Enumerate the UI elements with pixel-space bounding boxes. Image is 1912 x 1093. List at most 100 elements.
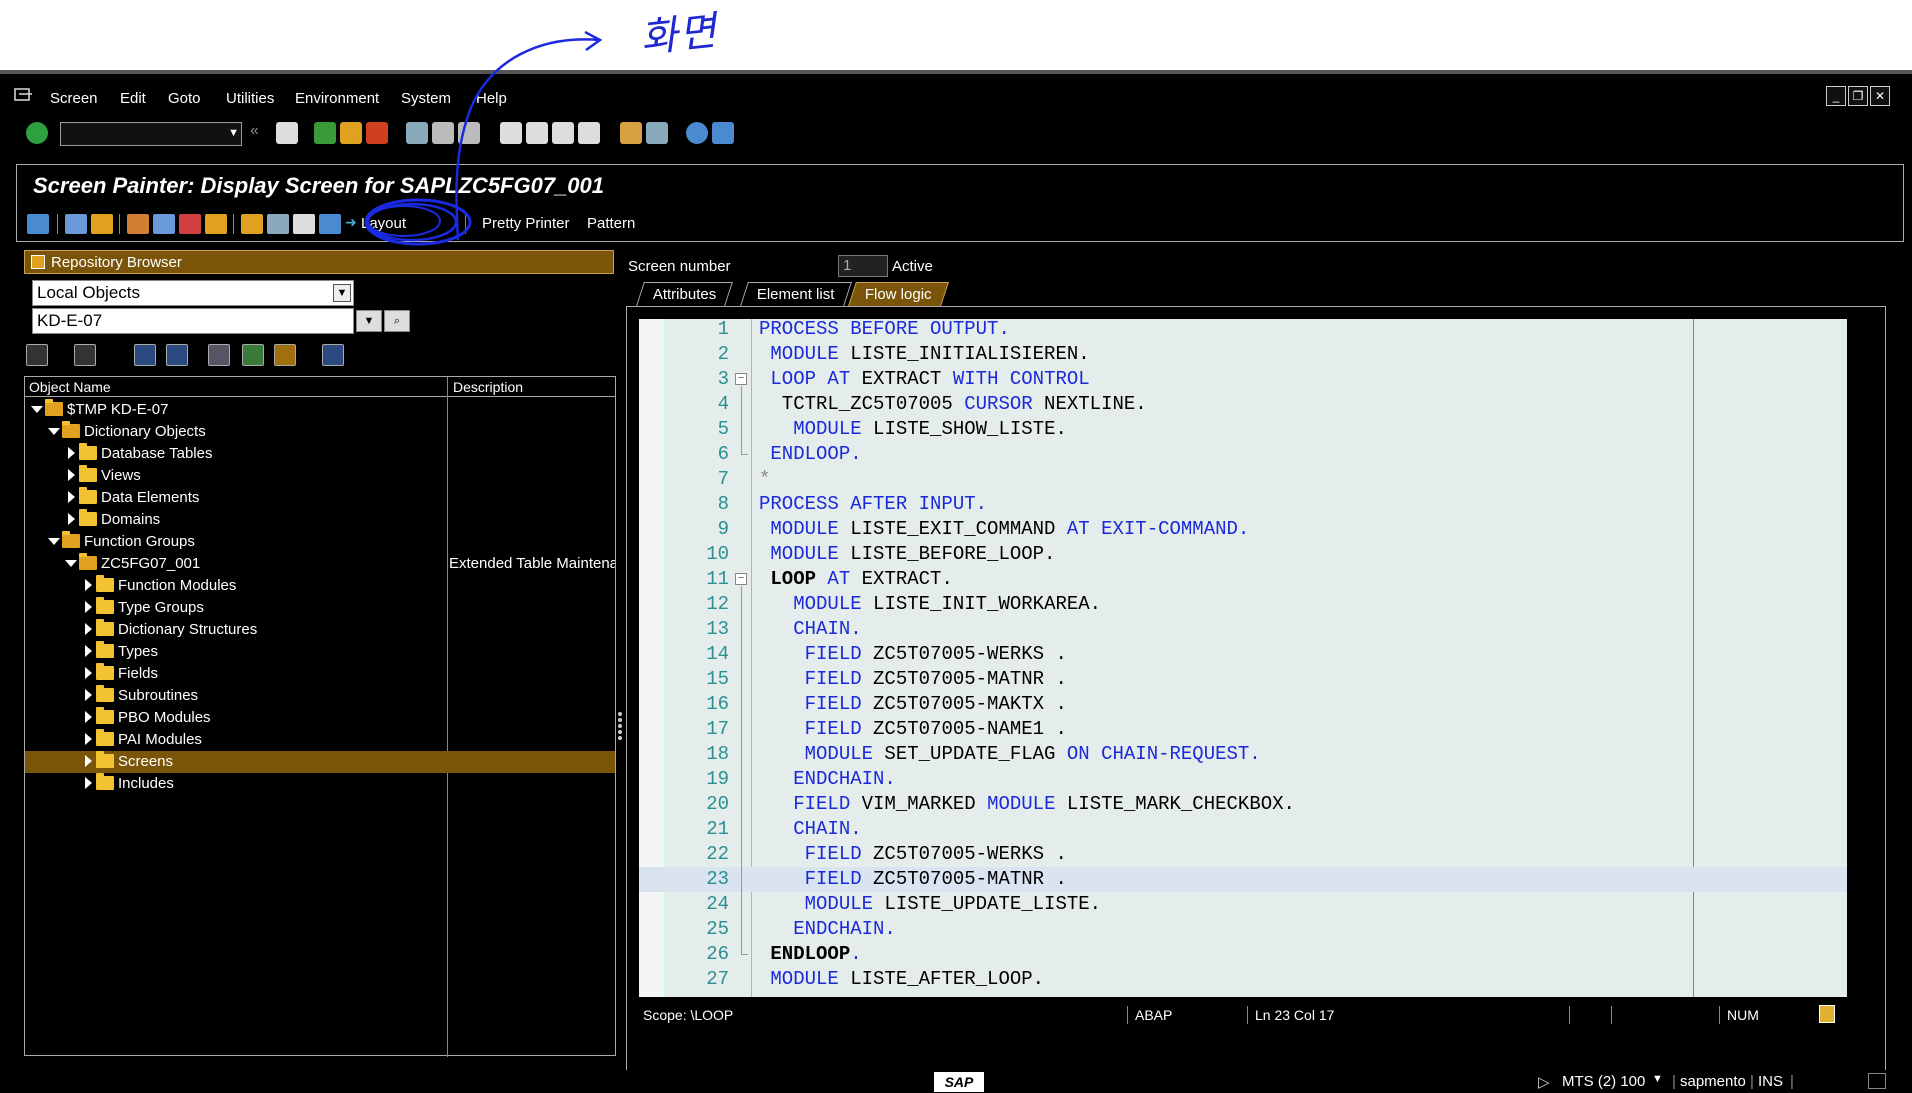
tree-node[interactable]: Screens [25, 751, 615, 773]
tree-node[interactable]: $TMP KD-E-07 [25, 399, 615, 421]
code-editor[interactable]: 1 PROCESS BEFORE OUTPUT. 2 MODULE LISTE_IN… [639, 319, 1847, 997]
activate-icon[interactable] [153, 214, 175, 234]
find-icon[interactable] [432, 122, 454, 144]
collapse-arrow-icon[interactable] [85, 777, 92, 789]
code-line[interactable]: 4 TCTRL_ZC5T07005 CURSOR NEXTLINE. [639, 392, 1847, 417]
code-line[interactable]: 5 MODULE LISTE_SHOW_LISTE. [639, 417, 1847, 442]
find-next-icon[interactable] [458, 122, 480, 144]
toolbar-collapse-icon[interactable]: « [250, 122, 262, 144]
object-name-dropdown-icon[interactable]: ▼ [356, 310, 382, 332]
object-name-input[interactable]: KD-E-07 [32, 308, 354, 334]
tree-node[interactable]: PBO Modules [25, 707, 615, 729]
tree-node[interactable]: Views [25, 465, 615, 487]
system-info[interactable]: MTS (2) 100 [1562, 1073, 1645, 1090]
expand-all-icon[interactable] [134, 344, 156, 366]
close-icon[interactable]: ✕ [1870, 86, 1890, 106]
column-header-description[interactable]: Description [453, 379, 523, 395]
display-object-icon[interactable] [293, 214, 315, 234]
next-page-icon[interactable] [552, 122, 574, 144]
code-line[interactable]: 6 ENDLOOP. [639, 442, 1847, 467]
pretty-printer-button[interactable]: Pretty Printer [482, 215, 570, 232]
status-expand-icon[interactable]: ▷ [1538, 1073, 1550, 1091]
back-arrow-icon[interactable] [27, 214, 49, 234]
shortcut-icon[interactable] [646, 122, 668, 144]
chevron-down-icon[interactable]: ▼ [333, 284, 351, 302]
tree-node[interactable]: Database Tables [25, 443, 615, 465]
hierarchy-icon[interactable] [242, 344, 264, 366]
tree-node[interactable]: Fields [25, 663, 615, 685]
collapse-arrow-icon[interactable] [85, 755, 92, 767]
code-line[interactable]: 23 FIELD ZC5T07005-MATNR . [639, 867, 1847, 892]
menu-edit[interactable]: Edit [120, 90, 146, 107]
pattern-button[interactable]: Pattern [587, 215, 635, 232]
layout-menu-icon[interactable] [712, 122, 734, 144]
chevron-down-icon[interactable]: ▼ [1652, 1073, 1663, 1085]
panel-splitter-handle[interactable] [618, 710, 624, 750]
check-icon[interactable] [127, 214, 149, 234]
previous-page-icon[interactable] [526, 122, 548, 144]
display-glasses-icon[interactable]: ⌕ [384, 310, 410, 332]
tree-node[interactable]: Includes [25, 773, 615, 795]
menu-goto[interactable]: Goto [168, 90, 201, 107]
screen-number-field[interactable]: 1 [838, 255, 888, 277]
code-line[interactable]: 16 FIELD ZC5T07005-MAKTX . [639, 692, 1847, 717]
next-object-icon[interactable] [74, 344, 96, 366]
tree-node[interactable]: Data Elements [25, 487, 615, 509]
layout-button[interactable]: Layout [361, 215, 406, 232]
tree-node[interactable]: Function Groups [25, 531, 615, 553]
tab-flow-logic[interactable]: Flow logic [848, 282, 949, 306]
collapse-arrow-icon[interactable] [68, 447, 75, 459]
code-line[interactable]: 13 CHAIN. [639, 617, 1847, 642]
first-page-icon[interactable] [500, 122, 522, 144]
fold-toggle-icon[interactable]: − [735, 573, 747, 585]
code-line[interactable]: 20 FIELD VIM_MARKED MODULE LISTE_MARK_CH… [639, 792, 1847, 817]
code-line[interactable]: 19 ENDCHAIN. [639, 767, 1847, 792]
menu-system[interactable]: System [401, 90, 451, 107]
previous-object-icon[interactable] [26, 344, 48, 366]
status-settings-icon[interactable] [1868, 1073, 1886, 1089]
chevron-down-icon[interactable]: ▼ [228, 127, 239, 139]
favorites-star-icon[interactable] [274, 344, 296, 366]
active-inactive-icon[interactable] [91, 214, 113, 234]
editor-settings-icon[interactable] [1819, 1005, 1835, 1023]
expand-arrow-icon[interactable] [31, 406, 43, 413]
code-line[interactable]: 15 FIELD ZC5T07005-MATNR . [639, 667, 1847, 692]
save-icon[interactable] [276, 122, 298, 144]
fold-toggle-icon[interactable]: − [735, 373, 747, 385]
collapse-arrow-icon[interactable] [68, 513, 75, 525]
tree-node[interactable]: Subroutines [25, 685, 615, 707]
collapse-arrow-icon[interactable] [85, 601, 92, 613]
code-line[interactable]: 17 FIELD ZC5T07005-NAME1 . [639, 717, 1847, 742]
tree-node[interactable]: Function Modules [25, 575, 615, 597]
find-icon[interactable] [208, 344, 230, 366]
expand-arrow-icon[interactable] [48, 428, 60, 435]
collapse-arrow-icon[interactable] [85, 689, 92, 701]
repository-browser-header[interactable]: Repository Browser [24, 250, 614, 274]
back-icon[interactable] [314, 122, 336, 144]
code-line[interactable]: 22 FIELD ZC5T07005-WERKS . [639, 842, 1847, 867]
collapse-arrow-icon[interactable] [68, 491, 75, 503]
code-line[interactable]: 11 LOOP AT EXTRACT. − [639, 567, 1847, 592]
display-change-icon[interactable] [65, 214, 87, 234]
tree-node[interactable]: Type Groups [25, 597, 615, 619]
expand-arrow-icon[interactable] [65, 560, 77, 567]
menu-screen[interactable]: Screen [50, 90, 98, 107]
new-session-icon[interactable] [620, 122, 642, 144]
info-icon[interactable] [319, 214, 341, 234]
collapse-arrow-icon[interactable] [68, 469, 75, 481]
command-field[interactable]: ▼ [60, 122, 242, 146]
enter-check-icon[interactable] [26, 122, 48, 144]
cancel-icon[interactable] [366, 122, 388, 144]
code-line[interactable]: 12 MODULE LISTE_INIT_WORKAREA. [639, 592, 1847, 617]
layout-arrow-icon[interactable]: ➜ [345, 214, 359, 234]
collapse-arrow-icon[interactable] [85, 623, 92, 635]
exit-icon[interactable] [340, 122, 362, 144]
code-line[interactable]: 3 LOOP AT EXTRACT WITH CONTROL − [639, 367, 1847, 392]
minimize-icon[interactable]: _ [1826, 86, 1846, 106]
tree-node[interactable]: Types [25, 641, 615, 663]
where-used-icon[interactable] [205, 214, 227, 234]
tree-node[interactable]: Dictionary Structures [25, 619, 615, 641]
code-line[interactable]: 7 * [639, 467, 1847, 492]
collapse-arrow-icon[interactable] [85, 711, 92, 723]
tree-node[interactable]: Domains [25, 509, 615, 531]
